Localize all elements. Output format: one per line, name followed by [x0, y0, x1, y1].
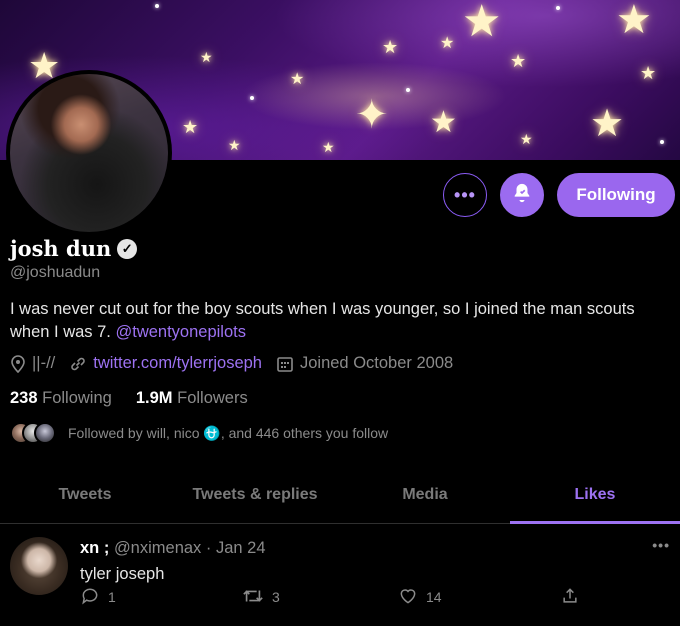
- banner-star: ★: [290, 71, 305, 88]
- tweet-header: xn ; @nximenax · Jan 24: [80, 539, 266, 558]
- banner-star: ★: [462, 0, 502, 46]
- bio-mention-link[interactable]: @twentyonepilots: [115, 323, 246, 341]
- location-icon: [10, 354, 26, 373]
- banner-star: ★: [640, 63, 657, 83]
- website-item: twitter.com/tylerrjoseph: [69, 354, 262, 373]
- banner-sparkle: [155, 4, 159, 8]
- followed-by-row[interactable]: Followed by will, nico ⛎, and 446 others…: [10, 422, 388, 444]
- more-options-button[interactable]: •••: [443, 173, 487, 217]
- more-icon: •••: [454, 184, 476, 205]
- followers-label: Followers: [177, 389, 248, 407]
- profile-tabs: Tweets Tweets & replies Media Likes: [0, 466, 680, 524]
- banner-sparkle: [556, 6, 560, 10]
- tab-likes[interactable]: Likes: [510, 466, 680, 524]
- profile-bio: I was never cut out for the boy scouts w…: [10, 298, 675, 344]
- joined-text: Joined October 2008: [299, 354, 454, 372]
- retweet-icon: [242, 586, 264, 609]
- tweet-author-name[interactable]: xn ;: [80, 539, 109, 557]
- tweet[interactable]: xn ; @nximenax · Jan 24 ••• tyler joseph…: [0, 525, 680, 626]
- avatar[interactable]: [10, 537, 68, 595]
- banner-star: ★: [520, 131, 533, 147]
- followed-by-avatars: [10, 422, 58, 444]
- like-count: 14: [426, 589, 442, 605]
- tab-tweets-replies[interactable]: Tweets & replies: [170, 466, 340, 523]
- joined-item: Joined October 2008: [276, 354, 453, 373]
- reply-button[interactable]: 1: [80, 586, 116, 609]
- verified-badge-icon: ✓: [117, 238, 138, 259]
- profile-name: josh dun: [10, 236, 112, 261]
- following-label: Following: [42, 389, 112, 407]
- banner-star: ★: [430, 106, 457, 139]
- tweet-text: tyler joseph: [80, 565, 165, 583]
- profile-avatar-frame[interactable]: [6, 70, 172, 236]
- tweet-date[interactable]: Jan 24: [216, 539, 266, 557]
- banner-star: ★: [322, 139, 335, 155]
- avatar: [34, 422, 56, 444]
- banner-star: ★: [200, 49, 213, 65]
- banner-star: ★: [616, 0, 652, 42]
- profile-name-row: josh dun ✓: [10, 236, 138, 261]
- tab-tweets[interactable]: Tweets: [0, 466, 170, 523]
- profile-meta: ||-// twitter.com/tylerrjoseph Joined Oc…: [10, 354, 467, 373]
- link-icon: [69, 355, 87, 373]
- follow-counts: 238 Following 1.9M Followers: [10, 389, 272, 408]
- tab-media[interactable]: Media: [340, 466, 510, 523]
- following-count: 238: [10, 389, 38, 407]
- website-link[interactable]: twitter.com/tylerrjoseph: [93, 354, 262, 373]
- following-count-link[interactable]: 238 Following: [10, 389, 112, 408]
- calendar-icon: [276, 355, 294, 373]
- tweet-author-handle[interactable]: @nximenax: [114, 539, 201, 557]
- banner-star: ★: [590, 103, 625, 145]
- reply-count: 1: [108, 589, 116, 605]
- profile-handle: @joshuadun: [10, 264, 101, 281]
- retweet-count: 3: [272, 589, 280, 605]
- banner-sparkle: [250, 96, 254, 100]
- reply-icon: [80, 586, 100, 609]
- followers-count-link[interactable]: 1.9M Followers: [136, 389, 248, 408]
- heart-icon: [398, 586, 418, 609]
- like-button[interactable]: 14: [398, 586, 442, 609]
- banner-star: ★: [510, 51, 527, 71]
- banner-star: ★: [228, 137, 241, 153]
- banner-sparkle: [406, 88, 410, 92]
- followed-by-text: Followed by will, nico ⛎, and 446 others…: [68, 424, 389, 441]
- banner-star: ★: [440, 35, 455, 52]
- bell-icon: [511, 182, 533, 209]
- followers-count: 1.9M: [135, 389, 173, 407]
- tweet-separator: ·: [205, 539, 212, 557]
- bio-text: I was never cut out for the boy scouts w…: [10, 300, 635, 341]
- banner-star: ★: [182, 117, 199, 137]
- banner-star: ✦: [355, 93, 389, 137]
- following-button[interactable]: Following: [557, 173, 675, 217]
- share-button[interactable]: [560, 586, 580, 609]
- more-icon[interactable]: •••: [652, 537, 670, 553]
- location-text: ||-//: [32, 354, 56, 372]
- notifications-button[interactable]: [500, 173, 544, 217]
- location-item: ||-//: [10, 354, 55, 373]
- banner-star: ★: [382, 37, 399, 57]
- profile-avatar[interactable]: [10, 74, 168, 232]
- share-icon: [560, 586, 580, 609]
- retweet-button[interactable]: 3: [242, 586, 280, 609]
- banner-sparkle: [660, 140, 664, 144]
